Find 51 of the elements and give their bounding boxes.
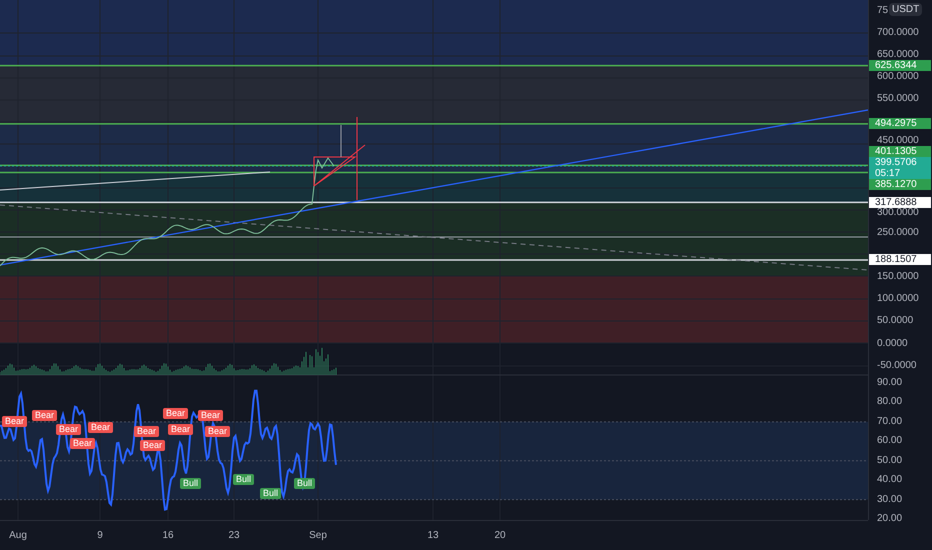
signal-label: Bear [140, 440, 166, 451]
price-tick: 650.0000 [877, 50, 919, 60]
price-tag: 625.6344 [869, 60, 931, 72]
time-tick: 9 [97, 530, 103, 541]
time-tick: 20 [494, 530, 506, 541]
signal-label: Bear [205, 426, 230, 437]
price-tick: 50.0000 [877, 316, 914, 326]
signal-label: Bull [233, 474, 254, 485]
time-tick: 13 [427, 530, 439, 541]
price-tick: -50.0000 [877, 360, 916, 371]
price-tag: 385.1270 [869, 178, 931, 190]
time-tick: Sep [309, 530, 327, 541]
signal-label: Bear [168, 424, 194, 435]
signal-label: Bear [88, 422, 114, 433]
currency-badge: USDT [889, 3, 922, 16]
signal-label: Bull [260, 488, 282, 499]
price-tick: 250.0000 [877, 228, 919, 238]
rsi-tick: 80.00 [877, 397, 902, 408]
price-tick: 300.0000 [877, 208, 919, 218]
signal-label: Bear [32, 410, 58, 421]
price-tick: 150.0000 [877, 272, 919, 282]
rsi-tick: 30.00 [877, 494, 902, 505]
signal-label: Bear [198, 410, 224, 421]
rsi-tick: 90.00 [877, 378, 902, 388]
signal-label: Bull [294, 478, 316, 489]
rsi-tick: 40.00 [877, 475, 902, 486]
price-tick: 0.0000 [877, 338, 908, 349]
price-tick: 75 [877, 6, 888, 16]
price-tick: 550.0000 [877, 94, 919, 104]
price-tick: 100.0000 [877, 294, 919, 304]
time-tick: 16 [162, 530, 174, 541]
signal-label: Bear [134, 426, 160, 437]
signal-label: Bear [56, 424, 82, 435]
price-tag: 494.2975 [869, 118, 931, 130]
rsi-tick: 70.00 [877, 416, 902, 427]
price-tag: 188.1507 [869, 254, 931, 266]
time-tick: Aug [9, 530, 27, 541]
price-tick: 700.0000 [877, 28, 919, 38]
price-tick: 600.0000 [877, 72, 919, 82]
signal-label: Bear [163, 408, 188, 419]
signal-label: Bull [180, 478, 202, 489]
rsi-tick: 60.00 [877, 436, 902, 446]
signal-label: Bear [2, 416, 28, 427]
signal-label: Bear [70, 438, 96, 449]
price-tag: 401.1305 [869, 146, 931, 157]
price-tick: 450.0000 [877, 136, 919, 146]
price-tag: 317.6888 [869, 196, 931, 208]
rsi-tick: 20.00 [877, 514, 902, 524]
rsi-tick: 50.00 [877, 456, 902, 466]
price-tag: 399.5706 05:17 [869, 156, 931, 179]
time-tick: 23 [228, 530, 240, 541]
